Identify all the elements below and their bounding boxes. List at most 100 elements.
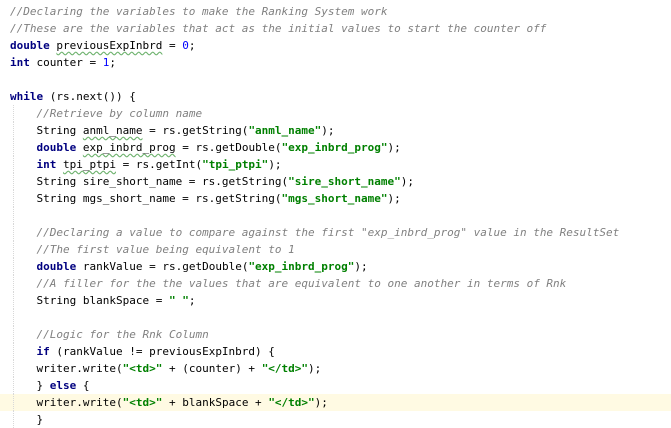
code-token-keyword: double [36, 260, 77, 273]
code-text: writer.write("<td>" + (counter) + "</td>… [10, 360, 321, 377]
code-token-comment: //Retrieve by column name [36, 107, 203, 120]
code-token-plain: ; [188, 294, 196, 307]
code-line[interactable]: } [0, 411, 671, 428]
code-text: String anml_name = rs.getString("anml_na… [10, 122, 335, 139]
code-token-plain: { [76, 379, 90, 392]
code-token-plain: (rs.next()) { [43, 90, 136, 103]
code-token-string: "sire_short_name" [288, 175, 401, 188]
code-token-plain: + blankSpace + [162, 396, 269, 409]
code-token-keyword: int [10, 56, 30, 69]
code-line[interactable]: //These are the variables that act as th… [0, 20, 671, 37]
code-token-comment: //Logic for the Rnk Column [36, 328, 209, 341]
code-line[interactable]: } else { [0, 377, 671, 394]
code-token-plain: String [10, 124, 83, 137]
code-token-plain: (rankValue != previousExpInbrd) { [49, 345, 275, 358]
code-token-string: " " [168, 294, 189, 307]
code-token-string: "<td>" [122, 362, 163, 375]
code-token-plain: String mgs_short_name = rs.getString( [10, 192, 282, 205]
code-text: String mgs_short_name = rs.getString("mg… [10, 190, 401, 207]
code-line[interactable]: String blankSpace = " "; [0, 292, 671, 309]
code-token-string: "</td>" [261, 362, 309, 375]
code-editor[interactable]: //Declaring the variables to make the Ra… [0, 0, 671, 428]
code-token-plain: ); [387, 141, 401, 154]
code-token-keyword: int [36, 158, 57, 171]
code-token-plain: writer.write( [10, 362, 123, 375]
code-token-comment: //A filler for the the values that are e… [36, 277, 567, 290]
code-token-plain: + (counter) + [162, 362, 262, 375]
code-text: if (rankValue != previousExpInbrd) { [10, 343, 275, 360]
code-line[interactable]: //The first value being equivalent to 1 [0, 241, 671, 258]
code-line[interactable]: String sire_short_name = rs.getString("s… [0, 173, 671, 190]
code-text: int counter = 1; [10, 54, 116, 71]
code-token-plain: ; [188, 39, 196, 52]
code-token-plain: ; [109, 56, 116, 69]
code-text: //These are the variables that act as th… [10, 20, 546, 37]
code-token-keyword: if [36, 345, 50, 358]
code-line[interactable]: double previousExpInbrd = 0; [0, 37, 671, 54]
code-text: String blankSpace = " "; [10, 292, 195, 309]
code-line[interactable]: //Declaring a value to compare against t… [0, 224, 671, 241]
code-line[interactable]: String anml_name = rs.getString("anml_na… [0, 122, 671, 139]
code-line[interactable] [0, 309, 671, 326]
code-line[interactable]: //Retrieve by column name [0, 105, 671, 122]
code-text: int tpi_ptpi = rs.getInt("tpi_ptpi"); [10, 156, 282, 173]
code-text: while (rs.next()) { [10, 88, 136, 105]
code-token-string: "exp_inbrd_prog" [248, 260, 355, 273]
code-token-keyword: double [36, 141, 77, 154]
code-line[interactable]: writer.write("<td>" + (counter) + "</td>… [0, 360, 671, 377]
code-line[interactable]: int tpi_ptpi = rs.getInt("tpi_ptpi"); [0, 156, 671, 173]
indent-guide [13, 309, 14, 326]
code-text: } [10, 411, 43, 428]
code-token-plain: } [10, 413, 44, 426]
code-token-plain: rankValue = rs.getDouble( [76, 260, 249, 273]
code-token-plain: ); [321, 124, 335, 137]
code-token-number: 0 [182, 39, 189, 52]
code-line[interactable]: String mgs_short_name = rs.getString("mg… [0, 190, 671, 207]
code-token-plain: String sire_short_name = rs.getString( [10, 175, 289, 188]
code-text: } else { [10, 377, 90, 394]
code-text: double exp_inbrd_prog = rs.getDouble("ex… [10, 139, 401, 156]
code-token-plain: anml_name [82, 124, 143, 137]
code-line[interactable]: double exp_inbrd_prog = rs.getDouble("ex… [0, 139, 671, 156]
code-token-comment: //Declaring the variables to make the Ra… [10, 5, 388, 18]
code-line[interactable]: while (rs.next()) { [0, 88, 671, 105]
code-token-plain: = [162, 39, 183, 52]
code-token-plain: ); [354, 260, 368, 273]
code-line[interactable]: //Declaring the variables to make the Ra… [0, 3, 671, 20]
code-token-plain: String blankSpace = [10, 294, 169, 307]
code-line[interactable]: double rankValue = rs.getDouble("exp_inb… [0, 258, 671, 275]
code-line[interactable]: //A filler for the the values that are e… [0, 275, 671, 292]
code-line-current[interactable]: writer.write("<td>" + blankSpace + "</td… [0, 394, 671, 411]
indent-guide [13, 207, 14, 224]
code-token-comment: //Declaring a value to compare against t… [36, 226, 620, 239]
code-line[interactable] [0, 71, 671, 88]
code-token-plain: = rs.getInt( [115, 158, 203, 171]
code-token-plain: tpi_ptpi [63, 158, 116, 171]
code-token-keyword: double [10, 39, 50, 52]
code-token-plain: previousExpInbrd [56, 39, 163, 52]
code-token-keyword: else [49, 379, 77, 392]
code-token-string: "<td>" [122, 396, 163, 409]
code-token-plain: ); [387, 192, 401, 205]
code-text: //A filler for the the values that are e… [10, 275, 567, 292]
code-text: //Logic for the Rnk Column [10, 326, 209, 343]
code-text: writer.write("<td>" + blankSpace + "</td… [10, 394, 327, 411]
code-token-string: "anml_name" [248, 124, 322, 137]
code-token-plain: writer.write( [10, 396, 123, 409]
code-token-plain: ); [308, 362, 322, 375]
code-line[interactable]: //Logic for the Rnk Column [0, 326, 671, 343]
code-line[interactable] [0, 207, 671, 224]
code-line[interactable]: if (rankValue != previousExpInbrd) { [0, 343, 671, 360]
code-line[interactable]: int counter = 1; [0, 54, 671, 71]
code-token-plain: exp_inbrd_prog [82, 141, 176, 154]
code-token-plain: } [10, 379, 50, 392]
code-token-comment: //The first value being equivalent to 1 [36, 243, 295, 256]
code-token-plain: = rs.getDouble( [175, 141, 282, 154]
